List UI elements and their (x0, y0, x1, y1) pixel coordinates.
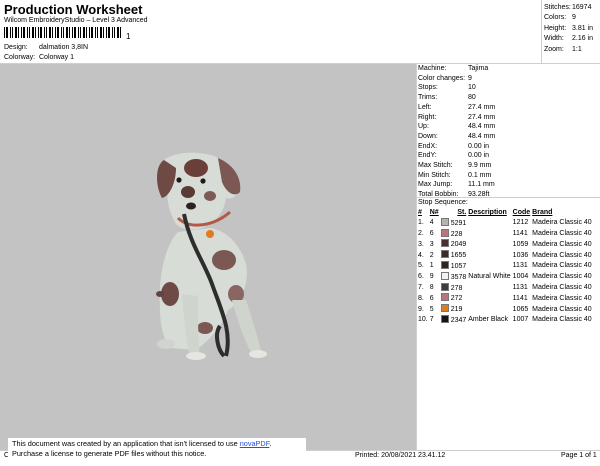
table-header-row: # N# St. Description Code Brand (418, 208, 594, 218)
spec-row: Max Jump: 11.1 mm (418, 181, 495, 189)
table-row: 5. 1 1057 1131 Madeira Classic 40 (418, 260, 592, 270)
col-index: # (418, 209, 422, 216)
page-number: Page 1 of 1 (561, 452, 597, 459)
stat-zoom: Zoom: 1:1 (544, 45, 582, 53)
table-row: 7. 8 278 1131 Madeira Classic 40 (418, 282, 592, 292)
stop-sequence-table: # N# St. Description Code Brand 1. 4 5291 1… (418, 208, 594, 326)
spec-row: Up: 48.4 mm (418, 123, 496, 131)
color-swatch (440, 293, 449, 302)
colorway-row: Colorway: Colorway 1 (4, 54, 74, 61)
color-swatch (440, 314, 449, 323)
table-row: 3. 3 2049 1059 Madeira Classic 40 (418, 239, 592, 249)
color-swatch (440, 282, 449, 291)
header-divider (541, 0, 542, 63)
design-row: Design: dalmation 3,8IN (4, 44, 88, 51)
barcode: 1 (4, 27, 131, 40)
table-row: 4. 2 1655 1036 Madeira Classic 40 (418, 250, 592, 260)
color-swatch (440, 271, 449, 280)
table-row: 2. 6 228 1141 Madeira Classic 40 (418, 228, 592, 238)
spec-row: Left: 27.4 mm (418, 103, 496, 111)
spec-row: Right: 27.4 mm (418, 113, 496, 121)
stop-sequence-heading: Stop Sequence: (418, 199, 468, 206)
table-row: 1. 4 5291 1212 Madeira Classic 40 (418, 217, 592, 227)
col-stitches: St. (457, 209, 467, 216)
color-swatch (440, 250, 449, 259)
novapdf-link[interactable]: novaPDF (240, 439, 270, 448)
stat-colors: Colors: 9 (544, 14, 576, 22)
table-row: 9. 5 219 1065 Madeira Classic 40 (418, 304, 592, 314)
printed-date: Printed: 20/08/2021 23.41.12 (355, 452, 446, 459)
table-row: 6. 9 3578 Natural White 1004 Madeira Classic … (418, 271, 592, 281)
summary-stats: Stitches:16974 Colors: 9 Height: 3.81 in W… (544, 3, 593, 55)
table-row: 8. 6 272 1141 Madeira Classic 40 (418, 293, 592, 303)
stat-stitches: Stitches:16974 (544, 4, 592, 11)
machine-specs: Machine: Tajima Color changes: 9 Stops: 10 Tri… (418, 64, 495, 200)
software-name: Wilcom EmbroideryStudio – Level 3 Advanc… (4, 17, 148, 24)
page-title: Production Worksheet (4, 2, 143, 17)
spec-row: Color changes: 9 (418, 74, 472, 82)
spec-row: Stops: 10 (418, 84, 476, 92)
spec-row: Max Stitch: 9.9 mm (418, 162, 492, 170)
colorway-label: Colorway: (4, 54, 36, 61)
colorway-value: Colorway 1 (39, 54, 75, 61)
color-swatch (440, 304, 449, 313)
col-code: Code (512, 209, 531, 216)
stat-height: Height: 3.81 in (544, 24, 594, 32)
design-preview (0, 64, 416, 450)
dog-body (156, 152, 267, 360)
spec-row: Trims: 80 (418, 94, 476, 102)
spec-row: EndX: 0.00 in (418, 142, 490, 150)
spec-row: Machine: Tajima (418, 65, 489, 72)
color-swatch (440, 239, 449, 248)
color-swatch (440, 217, 449, 226)
license-notice: This document was created by an applicat… (8, 438, 306, 466)
table-row: 10. 7 2347 Amber Black 1007 Madeira Classic 4… (418, 314, 592, 324)
color-swatch (440, 228, 449, 237)
design-value: dalmation 3,8IN (39, 44, 89, 51)
col-brand: Brand (532, 209, 553, 216)
spec-row: Min Stitch: 0.1 mm (418, 171, 492, 179)
svg-text:1: 1 (126, 32, 131, 40)
panel-divider (416, 64, 417, 450)
col-needle: N# (429, 209, 439, 216)
stat-width: Width: 2.16 in (544, 35, 594, 43)
design-label: Design: (4, 44, 28, 51)
dalmatian-embroidery-image (156, 152, 267, 360)
color-swatch (440, 260, 449, 269)
col-description: Description (468, 209, 507, 216)
specs-divider (417, 197, 600, 198)
spec-row: Down: 48.4 mm (418, 132, 496, 140)
spec-row: EndY: 0.00 in (418, 152, 490, 160)
